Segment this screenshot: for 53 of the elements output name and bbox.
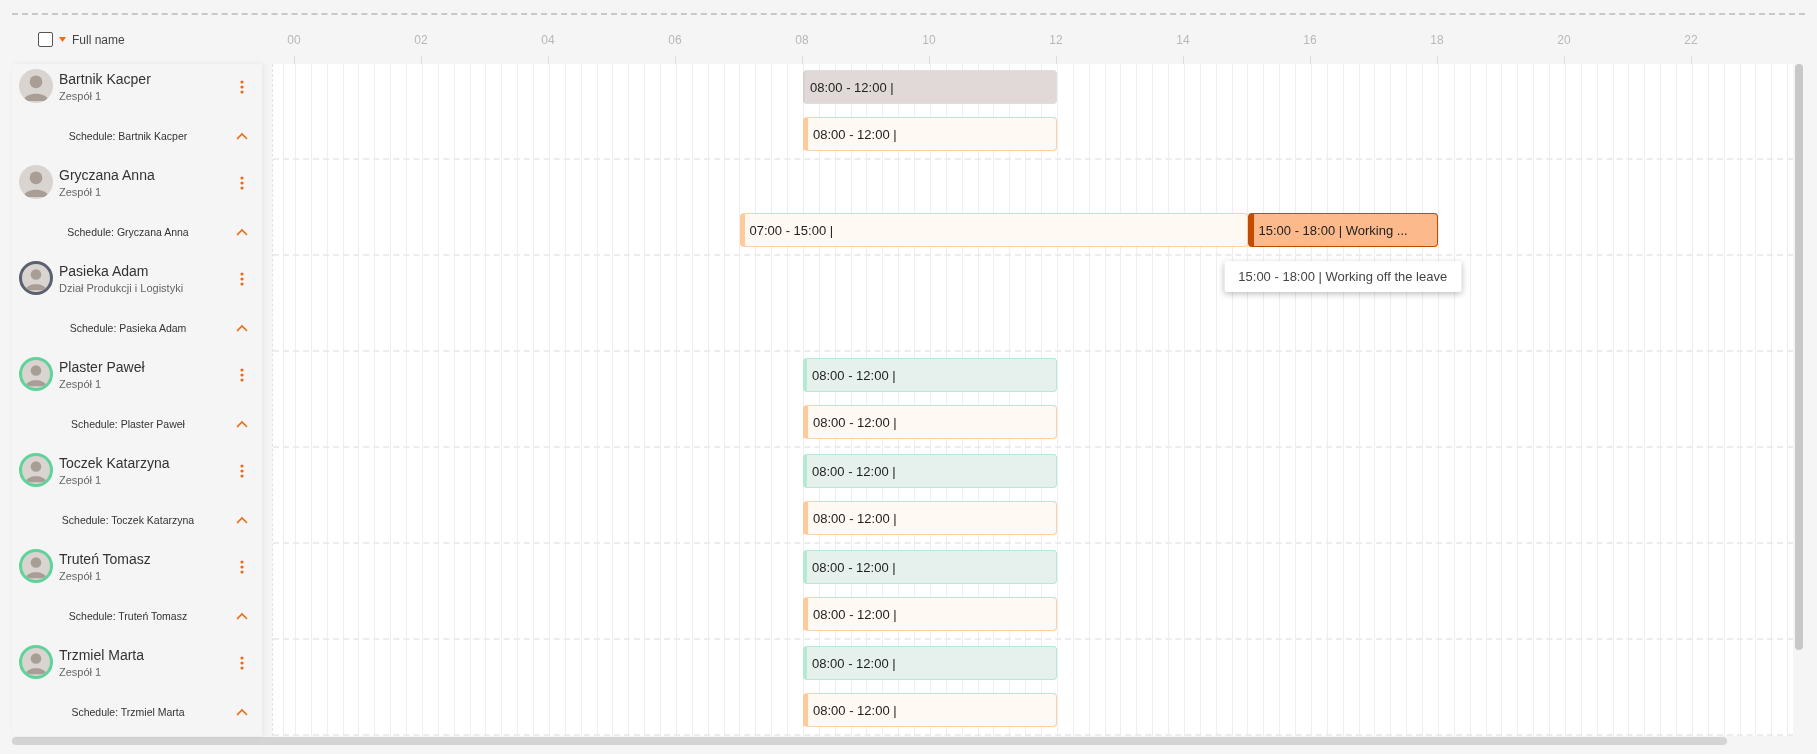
hour-label: 10 [922,33,936,47]
employee-name: Gryczana Anna [59,167,156,183]
shift-bar[interactable]: 07:00 - 15:00 | [739,213,1248,247]
schedule-label: Schedule: Gryczana Anna [66,226,190,238]
team-name: Zespół 1 [59,378,103,390]
hour-label: 04 [541,33,555,47]
schedule-label: Schedule: Toczek Katarzyna [60,514,196,526]
team-name: Zespół 1 [59,474,103,486]
team-name: Zespół 1 [59,90,103,102]
schedule-label: Schedule: Pasieka Adam [68,322,188,334]
team-name: Dział Produkcji i Logistyki [59,282,185,294]
shift-bar[interactable]: 15:00 - 18:00 | Working ... [1247,213,1438,247]
team-name: Zespół 1 [59,570,103,582]
hour-label: 14 [1176,33,1190,47]
shift-bar[interactable]: 08:00 - 12:00 | [803,405,1057,439]
hour-label: 12 [1049,33,1063,47]
team-name: Zespół 1 [59,666,103,678]
tooltip: 15:00 - 18:00 | Working off the leave [1224,261,1462,292]
shift-bar[interactable]: 08:00 - 12:00 | [803,693,1057,727]
hour-label: 06 [668,33,682,47]
employee-name: Truteń Tomasz [59,551,152,567]
shift-bar[interactable]: 08:00 - 12:00 | [803,501,1057,535]
hour-label: 22 [1684,33,1698,47]
team-name: Zespół 1 [59,186,103,198]
hour-label: 02 [414,33,428,47]
hour-label: 20 [1557,33,1571,47]
shift-bar[interactable]: 08:00 - 12:00 | [803,597,1057,631]
employee-name: Bartnik Kacper [59,71,152,87]
checkbox[interactable] [38,32,53,47]
schedule-label: Schedule: Truteń Tomasz [67,610,189,622]
schedule-label: Schedule: Trzmiel Marta [70,706,186,718]
employee-name: Toczek Katarzyna [59,455,171,471]
vertical-scrollbar[interactable] [1795,64,1803,650]
hour-label: 00 [287,33,301,47]
horizontal-scrollbar[interactable] [12,737,1727,745]
employee-name: Trzmiel Marta [59,647,146,663]
shift-bar[interactable]: 08:00 - 12:00 | [803,70,1057,104]
hour-label: 16 [1303,33,1317,47]
shift-bar[interactable]: 08:00 - 12:00 | [803,454,1057,488]
shift-bar[interactable]: 08:00 - 12:00 | [803,358,1057,392]
schedule-label: Schedule: Bartnik Kacper [67,130,189,142]
avatar [19,69,53,103]
employee-name: Pasieka Adam [59,263,150,279]
shift-bar[interactable]: 08:00 - 12:00 | [803,646,1057,680]
column-header[interactable]: Full name [72,32,125,47]
employee-name: Plaster Paweł [59,359,146,375]
schedule-label: Schedule: Plaster Paweł [70,418,186,430]
hour-label: 08 [795,33,809,47]
sort-caret-icon[interactable] [59,37,66,42]
avatar [19,165,53,199]
shift-bar[interactable]: 08:00 - 12:00 | [803,550,1057,584]
shift-bar[interactable]: 08:00 - 12:00 | [803,117,1057,151]
hour-label: 18 [1430,33,1444,47]
